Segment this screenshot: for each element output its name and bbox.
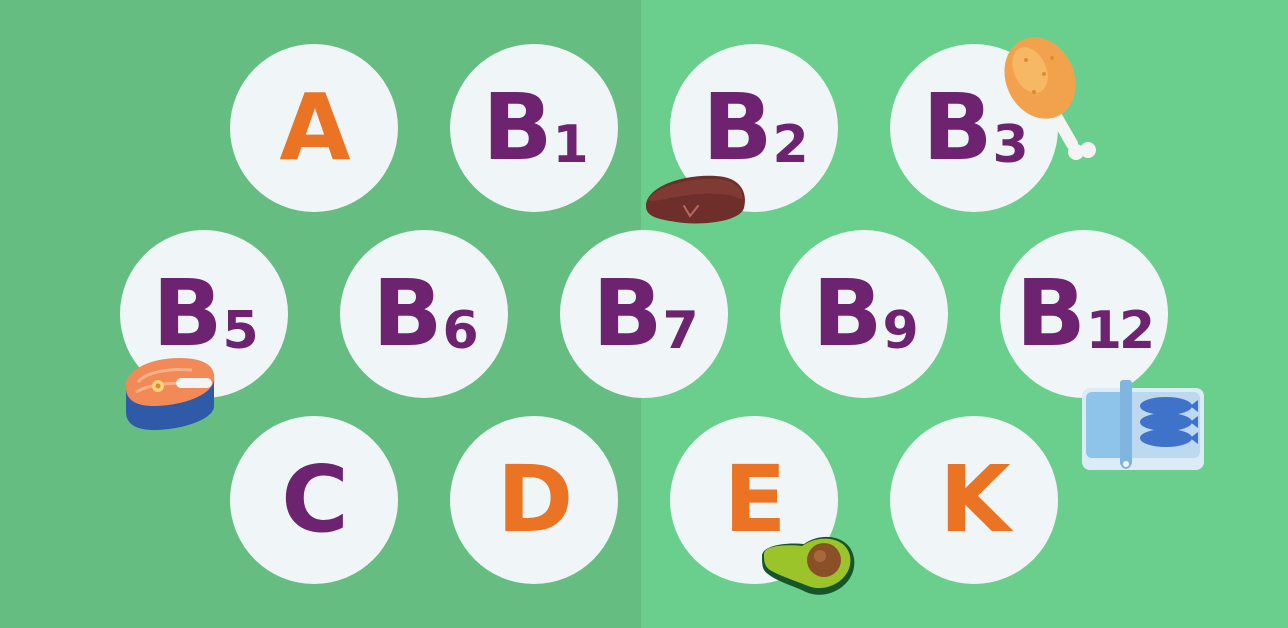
vitamin-badge-b7: B7 [560, 230, 728, 398]
vitamin-badge-b12: B 12 [1000, 230, 1168, 398]
vitamin-letter: B [702, 74, 772, 181]
vitamin-letter: B [922, 74, 992, 181]
vitamin-badge-b6: B6 [340, 230, 508, 398]
vitamin-subscript: 9 [882, 300, 918, 361]
vitamin-subscript: 6 [442, 300, 478, 361]
vitamin-badge-b1: B1 [450, 44, 618, 212]
vitamin-letter: B [482, 74, 552, 181]
vitamin-letter: B [372, 260, 442, 367]
vitamin-subscript: 7 [662, 300, 698, 361]
vitamin-letter: B [592, 260, 662, 367]
vitamin-badge-d: D [450, 416, 618, 584]
vitamin-letter: C [281, 446, 349, 553]
vitamin-letter: B [152, 260, 222, 367]
vitamin-subscript: 5 [222, 300, 258, 361]
chicken-drumstick-icon [1004, 37, 1096, 160]
vitamin-letter: B [1015, 260, 1086, 367]
salmon-steak-icon [125, 358, 215, 430]
vitamin-badge-c: C [230, 416, 398, 584]
vitamin-subscript: 2 [772, 114, 808, 175]
vitamin-letter: B [812, 260, 882, 367]
sardine-can-icon [1082, 380, 1204, 470]
vitamin-letter: A [279, 74, 350, 181]
avocado-icon [762, 536, 855, 595]
liver-icon [646, 175, 745, 224]
vitamin-badge-b9: B9 [780, 230, 948, 398]
vitamin-subscript: 1 [552, 114, 588, 175]
vitamin-badge-a: A [230, 44, 398, 212]
vitamin-letter: K [939, 446, 1010, 553]
vitamin-badge-k: K [890, 416, 1058, 584]
vitamin-subscript: 12 [1085, 300, 1155, 361]
vitamin-letter: D [496, 446, 573, 553]
